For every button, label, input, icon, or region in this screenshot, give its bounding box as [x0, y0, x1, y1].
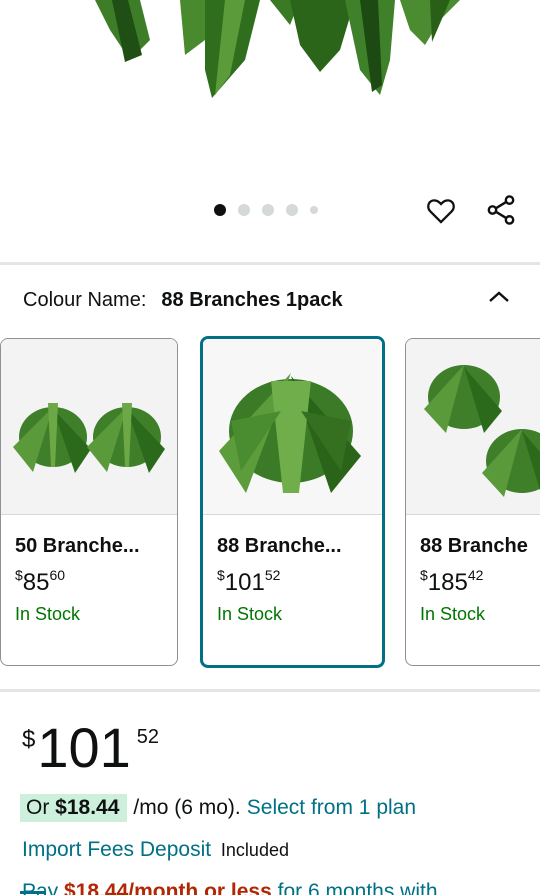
chevron-up-icon[interactable] [486, 286, 512, 308]
variant-stock-status: In Stock [217, 604, 283, 624]
instalment-terms: /mo (6 mo). [133, 796, 241, 819]
price-fraction: 52 [136, 726, 160, 748]
carousel-dot[interactable] [238, 204, 250, 216]
product-image-carousel[interactable] [0, 0, 540, 262]
wishlist-heart-icon[interactable] [424, 193, 458, 227]
instalment-badge: Or $18.44 [20, 794, 128, 822]
variant-card-selected[interactable]: 88 Branche... $10152 In Stock [200, 336, 385, 668]
variant-card[interactable]: 50 Branche... $8560 In Stock [0, 338, 178, 666]
variant-image [1, 339, 177, 515]
import-fees-row: Import Fees Deposit Included [22, 838, 289, 862]
variant-stock-status: In Stock [15, 604, 81, 624]
variant-carousel[interactable]: 50 Branche... $8560 In Stock 88 Branche.… [0, 336, 540, 670]
variant-card[interactable]: 88 Branche $18542 In Stock [405, 338, 540, 666]
carousel-dot[interactable] [262, 204, 274, 216]
colour-selector-header[interactable]: Colour Name: 88 Branches 1pack [23, 284, 520, 316]
carousel-dot-active[interactable] [214, 204, 226, 216]
variant-name: 88 Branche [420, 535, 528, 557]
product-price: $ 101 52 [22, 718, 159, 778]
import-fees-note: Included [220, 840, 289, 860]
fern-leaves-image [95, 0, 460, 98]
variant-stock-status: In Stock [420, 604, 486, 624]
variant-price: $10152 [217, 567, 281, 596]
variant-name: 88 Branche... [217, 535, 342, 557]
instalment-plan-row: Or $18.44 /mo (6 mo). Select from 1 plan [20, 794, 416, 822]
carousel-dots[interactable] [214, 204, 318, 216]
section-divider [0, 262, 540, 265]
variant-price: $8560 [15, 567, 66, 596]
variant-price: $18542 [420, 567, 484, 596]
import-fees-link[interactable]: Import Fees Deposit [22, 838, 211, 861]
colour-value: 88 Branches 1pack [161, 288, 343, 311]
variant-image [203, 339, 382, 515]
price-currency: $ [22, 726, 36, 753]
offer-bullet-line [20, 891, 46, 894]
colour-label: Colour Name: [23, 288, 147, 311]
carousel-dot[interactable] [310, 206, 318, 214]
variant-name: 50 Branche... [15, 535, 140, 557]
variant-image [406, 339, 540, 515]
monthly-payment-offer[interactable]: Pay $18.44/month or less for 6 months wi… [22, 880, 438, 895]
select-plan-link[interactable]: Select from 1 plan [247, 796, 416, 820]
carousel-dot[interactable] [286, 204, 298, 216]
price-whole: 101 [37, 716, 131, 779]
share-icon[interactable] [484, 193, 518, 227]
section-divider [0, 689, 540, 692]
